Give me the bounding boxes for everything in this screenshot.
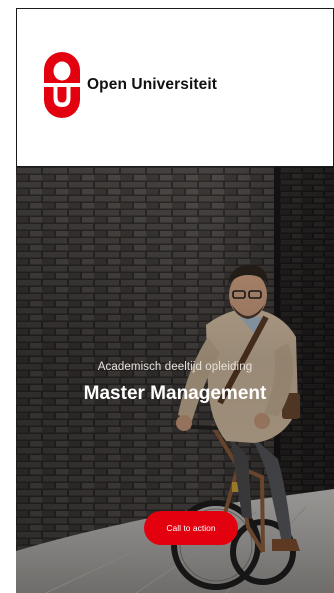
brand-name: Open Universiteit (87, 76, 218, 93)
brand-logo[interactable]: Open Universiteit (44, 52, 217, 118)
page-frame: Open Universiteit Academisch deeltijd op… (16, 8, 334, 593)
call-to-action-button[interactable]: Call to action (144, 511, 238, 545)
hero-banner: Academisch deeltijd opleiding Master Man… (16, 167, 334, 593)
hero-title: Master Management (83, 383, 267, 404)
ou-logo-icon (44, 52, 80, 118)
site-header: Open Universiteit (16, 8, 334, 167)
hero-subtitle: Academisch deeltijd opleiding (97, 361, 253, 373)
